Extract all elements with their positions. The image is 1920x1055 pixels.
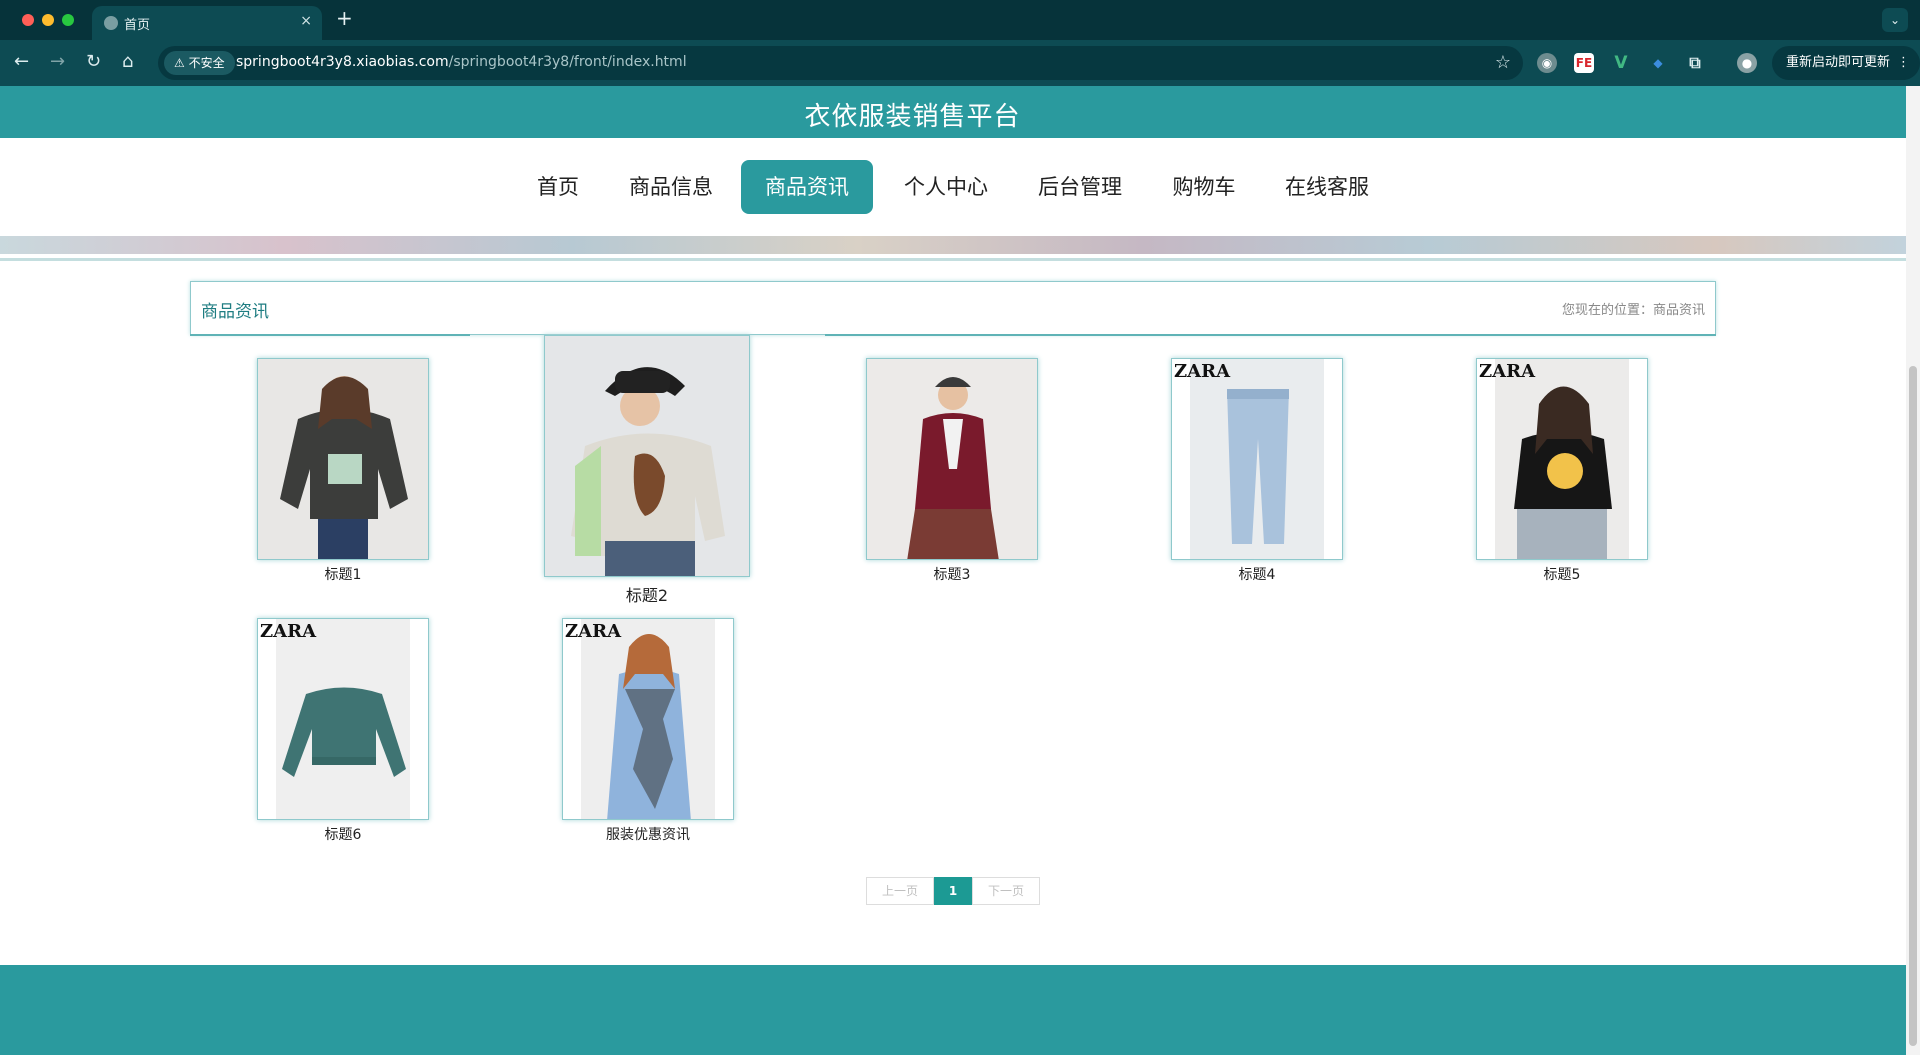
- zara-logo: ZARA: [1479, 361, 1536, 382]
- home-icon[interactable]: ⌂: [122, 52, 133, 72]
- article-title[interactable]: 标题5: [1476, 564, 1648, 584]
- article-image-bucket-hat[interactable]: [544, 335, 750, 577]
- article-card[interactable]: ZARA 标题5: [1476, 358, 1648, 583]
- new-tab-button[interactable]: +: [336, 8, 353, 28]
- extensions-puzzle-icon[interactable]: ⧉: [1685, 53, 1705, 73]
- url-path: /springboot4r3y8/front/index.html: [448, 54, 687, 70]
- article-image-green-sweatshirt[interactable]: ZARA: [257, 618, 429, 820]
- browser-tab[interactable]: 首页 ×: [92, 6, 322, 40]
- page-1-button[interactable]: 1: [934, 877, 972, 905]
- tab-search-button[interactable]: ⌄: [1882, 8, 1908, 32]
- article-card[interactable]: ZARA 标题4: [1171, 358, 1343, 583]
- window-minimize-button[interactable]: [42, 14, 54, 26]
- article-image-tshirt[interactable]: ZARA: [1476, 358, 1648, 560]
- nav-item-admin[interactable]: 后台管理: [1033, 160, 1127, 214]
- article-image-jeans[interactable]: ZARA: [1171, 358, 1343, 560]
- extension-diamond-icon[interactable]: ◆: [1648, 53, 1668, 73]
- update-label: 重新启动即可更新: [1786, 55, 1891, 70]
- article-card[interactable]: 标题1: [257, 358, 429, 583]
- nav-item-profile[interactable]: 个人中心: [899, 160, 993, 214]
- window-maximize-button[interactable]: [62, 14, 74, 26]
- relaunch-update-button[interactable]: 重新启动即可更新 ⋮: [1772, 46, 1920, 80]
- section-underline-right: [825, 334, 1716, 336]
- article-image-cardigan[interactable]: [866, 358, 1038, 560]
- section-title: 商品资讯: [201, 302, 269, 322]
- url-host: springboot4r3y8.xiaobias.com: [236, 54, 449, 70]
- address-bar[interactable]: ⚠ 不安全 springboot4r3y8.xiaobias.com/sprin…: [158, 46, 1523, 80]
- insecure-label: 不安全: [188, 56, 225, 70]
- banner-strip: [0, 236, 1906, 254]
- extension-fe-icon[interactable]: FE: [1574, 53, 1594, 73]
- prev-page-button[interactable]: 上一页: [866, 877, 934, 905]
- back-arrow-icon[interactable]: ←: [14, 52, 29, 72]
- article-image-sweatshirt[interactable]: [257, 358, 429, 560]
- forward-arrow-icon[interactable]: →: [50, 52, 65, 72]
- article-card[interactable]: 标题3: [866, 358, 1038, 583]
- url-text[interactable]: springboot4r3y8.xiaobias.com/springboot4…: [236, 54, 687, 70]
- site-footer: [0, 965, 1906, 1055]
- scrollbar-thumb[interactable]: [1909, 366, 1917, 1046]
- nav-item-support[interactable]: 在线客服: [1280, 160, 1374, 214]
- article-title[interactable]: 标题4: [1171, 564, 1343, 584]
- section-header: 商品资讯 您现在的位置：商品资讯: [190, 281, 1716, 335]
- more-menu-icon[interactable]: ⋮: [1897, 46, 1910, 80]
- main-nav: 首页 商品信息 商品资讯 个人中心 后台管理 购物车 在线客服: [0, 138, 1906, 226]
- article-title[interactable]: 标题3: [866, 564, 1038, 584]
- globe-icon: [104, 16, 118, 30]
- article-title[interactable]: 标题2: [544, 582, 750, 606]
- zara-logo: ZARA: [1174, 361, 1231, 382]
- article-title[interactable]: 标题6: [257, 824, 429, 844]
- profile-avatar-icon[interactable]: ●: [1737, 53, 1757, 73]
- article-card[interactable]: ZARA 服装优惠资讯: [562, 618, 734, 843]
- insecure-badge[interactable]: ⚠ 不安全: [164, 51, 235, 75]
- article-title[interactable]: 服装优惠资讯: [562, 824, 734, 844]
- extension-owl-icon[interactable]: ◉: [1537, 53, 1557, 73]
- breadcrumb: 您现在的位置：商品资讯: [1561, 303, 1705, 318]
- nav-item-products[interactable]: 商品信息: [624, 160, 718, 214]
- article-title[interactable]: 标题1: [257, 564, 429, 584]
- article-card[interactable]: 标题2: [544, 335, 750, 605]
- site-header: 衣依服装销售平台: [0, 86, 1906, 138]
- article-card[interactable]: ZARA 标题6: [257, 618, 429, 843]
- page: 衣依服装销售平台 首页 商品信息 商品资讯 个人中心 后台管理 购物车 在线客服…: [0, 86, 1906, 1055]
- window-close-button[interactable]: [22, 14, 34, 26]
- browser-toolbar: ← → ↻ ⌂ ⚠ 不安全 springboot4r3y8.xiaobias.c…: [0, 40, 1920, 86]
- browser-tab-bar: 首页 × + ⌄: [0, 0, 1920, 40]
- site-title: 衣依服装销售平台: [804, 102, 1021, 132]
- zara-logo: ZARA: [565, 621, 622, 642]
- section-underline-left: [190, 334, 470, 336]
- tab-title: 首页: [124, 18, 151, 33]
- page-scrollbar[interactable]: [1906, 86, 1920, 1055]
- nav-item-home[interactable]: 首页: [525, 160, 591, 214]
- extension-vue-icon[interactable]: V: [1611, 53, 1631, 73]
- nav-item-cart[interactable]: 购物车: [1162, 160, 1246, 214]
- reload-icon[interactable]: ↻: [86, 52, 101, 72]
- article-image-floral-dress[interactable]: ZARA: [562, 618, 734, 820]
- banner-divider: [0, 258, 1906, 261]
- nav-item-news[interactable]: 商品资讯: [741, 160, 873, 214]
- bookmark-star-icon[interactable]: ☆: [1495, 52, 1511, 73]
- zara-logo: ZARA: [260, 621, 317, 642]
- tab-close-icon[interactable]: ×: [300, 13, 312, 29]
- next-page-button[interactable]: 下一页: [972, 877, 1040, 905]
